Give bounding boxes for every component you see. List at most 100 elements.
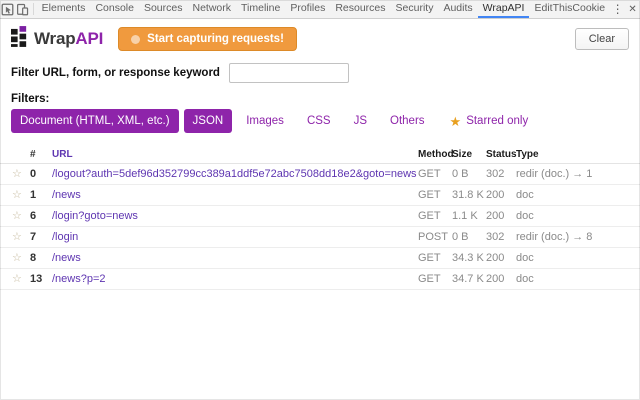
- request-status: 200: [486, 273, 505, 285]
- devtools-tab[interactable]: Security: [391, 0, 439, 18]
- request-index: 7: [30, 231, 37, 243]
- table-row[interactable]: ☆ 7 /login POST 0 B 302 redir (doc.) → 8: [0, 227, 640, 248]
- request-method: GET: [418, 252, 441, 264]
- request-method: GET: [418, 210, 441, 222]
- request-method: GET: [418, 273, 441, 285]
- request-size: 1.1 K: [452, 210, 478, 222]
- table-body: ☆ 0 /logout?auth=5def96d352799cc389a1ddf…: [0, 164, 640, 290]
- col-header-status: Status: [486, 148, 517, 160]
- star-toggle-icon[interactable]: ☆: [12, 231, 30, 243]
- col-header-num: #: [30, 148, 36, 160]
- overflow-menu-icon[interactable]: ⋮: [610, 0, 625, 18]
- star-icon: ★: [449, 113, 462, 129]
- request-method: GET: [418, 189, 441, 201]
- request-type: doc: [516, 273, 534, 285]
- devtools-tab-bar: Elements Console Sources Network Timelin…: [0, 0, 640, 19]
- devtools-tab-label: Security: [395, 2, 434, 14]
- request-status: 200: [486, 252, 505, 264]
- close-icon[interactable]: ✕: [625, 0, 640, 18]
- request-type: redir (doc.) → 1: [516, 168, 593, 180]
- star-toggle-icon[interactable]: ☆: [12, 189, 30, 201]
- request-status: 302: [486, 168, 505, 180]
- star-toggle-icon[interactable]: ☆: [12, 273, 30, 285]
- request-method: POST: [418, 231, 448, 243]
- request-size: 0 B: [452, 168, 469, 180]
- devtools-tab-label: Console: [95, 2, 134, 14]
- filters-row: Document (HTML, XML, etc.) JSON Images C…: [0, 107, 640, 142]
- table-row[interactable]: ☆ 0 /logout?auth=5def96d352799cc389a1ddf…: [0, 164, 640, 185]
- star-toggle-icon[interactable]: ☆: [12, 252, 30, 264]
- devtools-tab-label: Profiles: [290, 2, 326, 14]
- filter-type-buttons: Document (HTML, XML, etc.) JSON Images C…: [11, 109, 434, 133]
- table-row[interactable]: ☆ 8 /news GET 34.3 K 200 doc: [0, 248, 640, 269]
- request-url-link[interactable]: /logout?auth=5def96d352799cc389a1ddf5e72…: [52, 168, 418, 180]
- request-type: redir (doc.) → 8: [516, 231, 593, 243]
- request-method: GET: [418, 168, 441, 180]
- requests-table: # URL Method Size Status Type ☆ 0 /logou…: [0, 145, 640, 290]
- devtools-tab[interactable]: Resources: [330, 0, 390, 18]
- request-status: 200: [486, 189, 505, 201]
- inspect-element-icon[interactable]: [0, 0, 15, 18]
- request-type: doc: [516, 210, 534, 222]
- request-type: doc: [516, 189, 534, 201]
- devtools-tab-label: Network: [192, 2, 232, 14]
- star-toggle-icon[interactable]: ☆: [12, 210, 30, 222]
- logo-text: WrapAPI: [34, 29, 103, 49]
- devtools-tab[interactable]: WrapAPI: [477, 0, 530, 18]
- start-capturing-button[interactable]: Start capturing requests!: [118, 27, 297, 51]
- filter-type-button[interactable]: CSS: [298, 109, 340, 133]
- starred-only-label: Starred only: [466, 115, 529, 127]
- starred-only-toggle[interactable]: ★ Starred only: [450, 115, 529, 128]
- devtools-tab[interactable]: EditThisCookie: [529, 0, 610, 18]
- filter-type-button[interactable]: Others: [381, 109, 434, 133]
- request-index: 13: [30, 273, 43, 285]
- filters-heading: Filters:: [11, 93, 50, 105]
- filter-keyword-label: Filter URL, form, or response keyword: [11, 67, 220, 79]
- devtools-tab[interactable]: Profiles: [285, 0, 330, 18]
- devtools-tab[interactable]: Console: [90, 0, 139, 18]
- request-url-link[interactable]: /news: [52, 252, 418, 264]
- devtools-tab-label: Audits: [443, 2, 473, 14]
- request-size: 31.8 K: [452, 189, 484, 201]
- request-index: 1: [30, 189, 37, 201]
- request-status: 200: [486, 210, 505, 222]
- filter-type-button[interactable]: JSON: [183, 109, 233, 133]
- filter-type-button[interactable]: Images: [237, 109, 293, 133]
- devtools-tab[interactable]: Network: [188, 0, 237, 18]
- devtools-tab-label: EditThisCookie: [534, 2, 606, 14]
- request-url-link[interactable]: /news?p=2: [52, 273, 418, 285]
- clear-button[interactable]: Clear: [574, 28, 629, 50]
- filter-type-button[interactable]: JS: [345, 109, 376, 133]
- request-url-link[interactable]: /login?goto=news: [52, 210, 418, 222]
- filter-keyword-input[interactable]: [228, 63, 349, 83]
- devtools-tab-label: Elements: [41, 2, 86, 14]
- request-size: 0 B: [452, 231, 469, 243]
- devtools-tab[interactable]: Audits: [438, 0, 477, 18]
- start-capturing-label: Start capturing requests!: [147, 33, 284, 45]
- request-url-link[interactable]: /login: [52, 231, 418, 243]
- filter-type-button[interactable]: Document (HTML, XML, etc.): [11, 109, 179, 133]
- logo-text-api: API: [75, 29, 104, 48]
- table-row[interactable]: ☆ 6 /login?goto=news GET 1.1 K 200 doc: [0, 206, 640, 227]
- record-dot-icon: [131, 34, 141, 44]
- devtools-tab[interactable]: Timeline: [236, 0, 285, 18]
- toolbar-separator: [32, 3, 34, 15]
- table-row[interactable]: ☆ 13 /news?p=2 GET 34.7 K 200 doc: [0, 269, 640, 290]
- devtools-tab-label: Resources: [335, 2, 386, 14]
- col-header-size: Size: [452, 148, 473, 160]
- request-index: 0: [30, 168, 37, 180]
- request-url-link[interactable]: /news: [52, 189, 418, 201]
- devtools-tab[interactable]: Elements: [37, 0, 91, 18]
- keyword-filter-row: Filter URL, form, or response keyword: [0, 57, 640, 88]
- devtools-tab[interactable]: Sources: [139, 0, 188, 18]
- star-toggle-icon[interactable]: ☆: [12, 168, 30, 180]
- table-row[interactable]: ☆ 1 /news GET 31.8 K 200 doc: [0, 185, 640, 206]
- device-toolbar-icon[interactable]: [15, 0, 30, 18]
- request-size: 34.7 K: [452, 273, 484, 285]
- devtools-tab-label: WrapAPI: [482, 2, 525, 14]
- panel-header: WrapAPI Start capturing requests! Clear: [0, 19, 640, 57]
- devtools-tab-label: Timeline: [241, 2, 281, 14]
- table-header-row: # URL Method Size Status Type: [0, 145, 640, 164]
- request-status: 302: [486, 231, 505, 243]
- col-header-method: Method: [418, 148, 454, 160]
